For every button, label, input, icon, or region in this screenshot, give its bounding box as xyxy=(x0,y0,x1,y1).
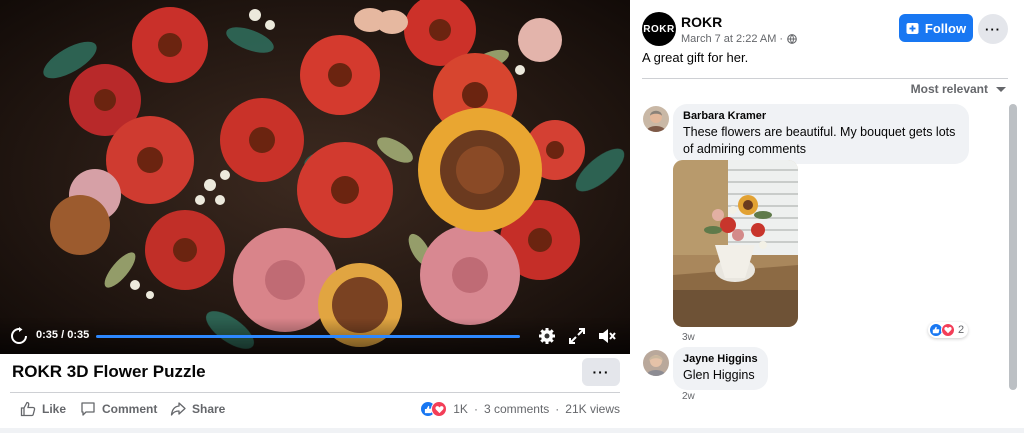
video-more-options-button[interactable]: ··· xyxy=(582,358,620,386)
expand-icon[interactable] xyxy=(568,327,586,345)
comment-photo-attachment[interactable] xyxy=(673,160,798,327)
stats-separator: · xyxy=(555,402,560,416)
page-avatar-logo: ROKR xyxy=(643,23,675,35)
scrollbar-thumb[interactable] xyxy=(1009,104,1017,390)
video-time-readout: 0:35 / 0:35 xyxy=(36,329,89,341)
page-name[interactable]: ROKR xyxy=(681,14,722,30)
comment-age[interactable]: 3w xyxy=(682,332,695,343)
comment-text: These flowers are beautiful. My bouquet … xyxy=(683,125,956,156)
sort-label: Most relevant xyxy=(910,82,988,96)
video-progress-bar[interactable] xyxy=(96,335,520,338)
video-frame-flower-bouquet xyxy=(0,0,630,354)
share-arrow-icon xyxy=(170,402,186,416)
comment-bubble: Barbara Kramer These flowers are beautif… xyxy=(673,104,969,164)
bouquet-photo xyxy=(673,160,798,327)
replay-icon[interactable] xyxy=(10,327,28,345)
duration: 0:35 xyxy=(67,329,90,341)
post-time-text[interactable]: March 7 at 2:22 AM · xyxy=(681,33,783,45)
post-text: A great gift for her. xyxy=(642,50,749,65)
thumbs-up-icon xyxy=(20,401,36,417)
comment-age[interactable]: 2w xyxy=(682,391,695,402)
post-stats: 1K · 3 comments · 21K views xyxy=(420,401,620,417)
comment-label: Comment xyxy=(102,402,158,416)
comment-reaction-count: 2 xyxy=(958,324,965,336)
comment-reactions[interactable]: 2 xyxy=(928,322,969,338)
follow-icon xyxy=(906,22,919,34)
speech-bubble-icon xyxy=(81,402,95,416)
reaction-icons[interactable] xyxy=(420,401,448,417)
follow-label: Follow xyxy=(924,20,967,36)
commenter-photo xyxy=(643,106,669,132)
time-separator: / xyxy=(58,329,68,341)
page-background-strip xyxy=(0,428,1024,433)
post-timestamp: March 7 at 2:22 AM · xyxy=(681,33,797,45)
video-title: ROKR 3D Flower Puzzle xyxy=(12,362,206,381)
comment-sort-dropdown[interactable]: Most relevant xyxy=(911,82,1006,96)
share-label: Share xyxy=(192,402,226,416)
divider xyxy=(10,392,620,393)
share-button[interactable]: Share xyxy=(170,401,225,417)
follow-button[interactable]: Follow xyxy=(899,14,973,42)
gear-icon[interactable] xyxy=(538,327,556,345)
page-avatar[interactable]: ROKR xyxy=(642,12,676,46)
love-reaction-icon xyxy=(941,323,955,337)
like-button[interactable]: Like xyxy=(20,401,66,417)
video-player[interactable]: 0:35 / 0:35 xyxy=(0,0,630,354)
stats-separator: · xyxy=(473,402,478,416)
post-more-options-button[interactable]: ··· xyxy=(978,14,1008,44)
avatar[interactable] xyxy=(643,106,669,132)
reaction-count[interactable]: 1K xyxy=(453,402,468,416)
comment-bubble: Jayne Higgins Glen Higgins xyxy=(673,347,768,390)
comment-text[interactable]: Glen Higgins xyxy=(683,367,758,384)
globe-icon xyxy=(787,34,797,44)
comment-count[interactable]: 3 comments xyxy=(484,402,549,416)
commenter-photo xyxy=(643,350,669,376)
comment-button[interactable]: Comment xyxy=(80,401,157,417)
current-time: 0:35 xyxy=(36,329,59,341)
divider xyxy=(642,78,1008,79)
comment-author[interactable]: Barbara Kramer xyxy=(683,110,959,122)
video-controls-bar: 0:35 / 0:35 xyxy=(0,318,630,354)
chevron-down-icon xyxy=(996,86,1006,92)
love-reaction-icon xyxy=(431,401,448,417)
volume-muted-icon[interactable] xyxy=(598,327,616,345)
like-label: Like xyxy=(42,402,67,416)
view-count: 21K views xyxy=(565,402,620,416)
comment-author[interactable]: Jayne Higgins xyxy=(683,353,758,365)
avatar[interactable] xyxy=(643,350,669,376)
